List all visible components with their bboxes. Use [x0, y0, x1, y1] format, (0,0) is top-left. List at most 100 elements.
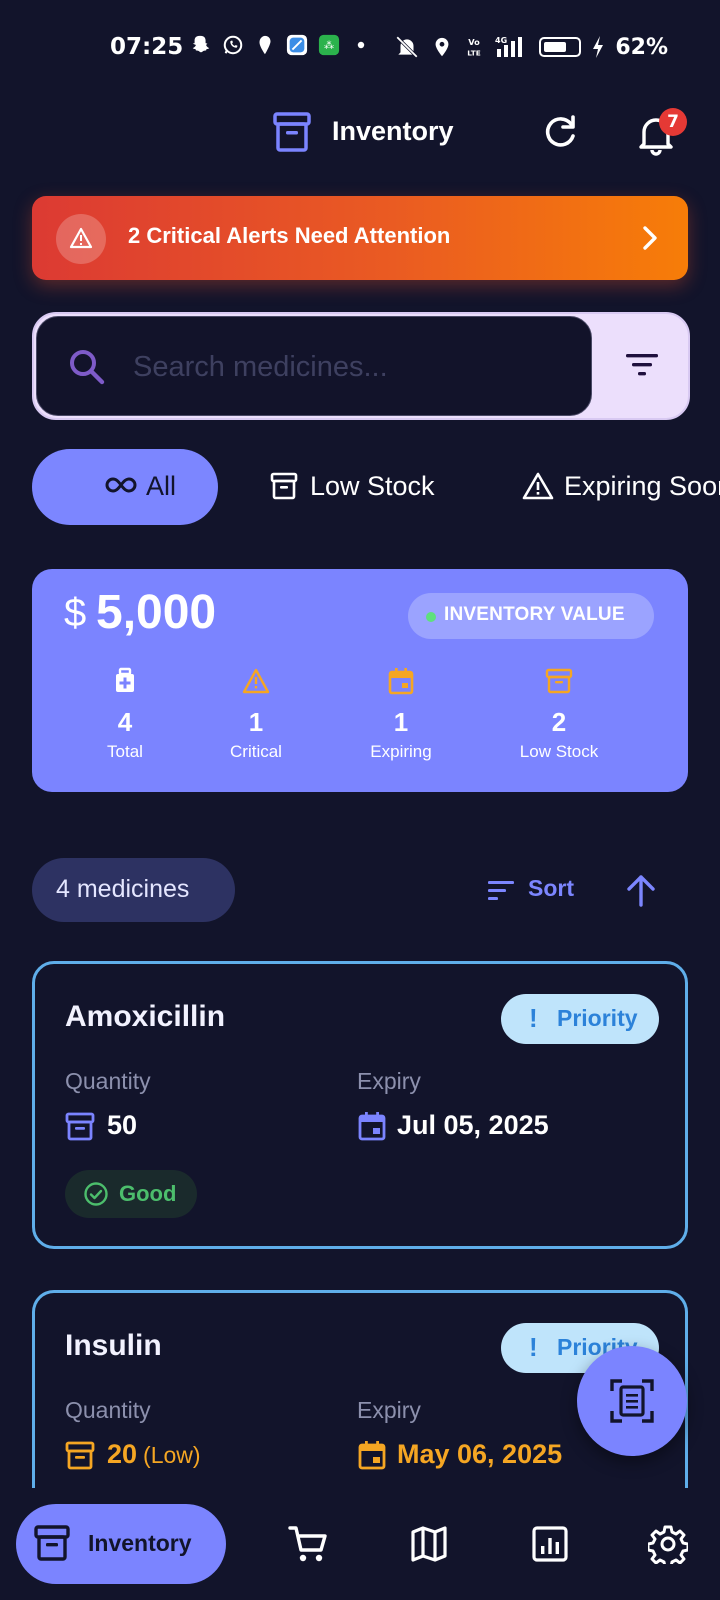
stat-low-stock-value: 2	[551, 707, 567, 737]
status-system-icons: Vo LTE 4G 62%	[393, 34, 668, 60]
sort-icon	[488, 881, 514, 900]
calendar-icon	[388, 668, 414, 695]
signal-icon: 4G	[495, 36, 523, 57]
search-input[interactable]	[133, 343, 553, 391]
chip-expiring-soon-label: Expiring Soon	[564, 471, 720, 501]
stat-low-stock-label: Low Stock	[519, 742, 599, 761]
filter-chips: All Low Stock Expiring Soon	[32, 449, 720, 525]
swiggy-icon	[259, 35, 271, 55]
charging-icon	[593, 36, 604, 58]
volte-icon: VoLTE	[468, 37, 481, 57]
expiry-value: May 06, 2025	[397, 1439, 563, 1469]
quantity-value: 20 (Low)	[107, 1439, 201, 1470]
expiry-value: Jul 05, 2025	[397, 1110, 549, 1140]
currency-symbol: $	[64, 591, 87, 635]
cart-icon[interactable]	[288, 1524, 328, 1564]
stat-total-label: Total	[107, 742, 143, 761]
whatsapp-icon	[223, 35, 243, 55]
alert-text: 2 Critical Alerts Need Attention	[128, 223, 451, 248]
medicine-count-pill: 4 medicines	[32, 858, 235, 922]
medicine-name: Amoxicillin	[65, 1000, 226, 1033]
warning-icon	[522, 472, 554, 500]
document-scan-icon	[610, 1379, 654, 1423]
medicine-count: 4 medicines	[56, 875, 190, 903]
search-icon	[70, 350, 105, 385]
snapchat-icon	[192, 35, 210, 53]
notification-badge: 7	[659, 108, 687, 136]
expiry-label: Expiry	[357, 1397, 421, 1423]
stat-expiring-label: Expiring	[370, 742, 432, 761]
priority-badge: ! Priority	[501, 994, 659, 1044]
stat-low-stock: 2 Low Stock	[484, 667, 634, 762]
bottom-navigation: Inventory	[0, 1488, 720, 1600]
page-title: Inventory	[332, 116, 454, 146]
app-header: Inventory	[0, 100, 720, 170]
quantity-value: 50	[107, 1110, 138, 1140]
chip-low-stock-label: Low Stock	[310, 471, 435, 501]
svg-text:⁂: ⁂	[324, 40, 334, 52]
exclamation-icon: !	[529, 1332, 538, 1362]
sort-label: Sort	[528, 875, 574, 901]
arrow-up-icon[interactable]	[624, 872, 658, 908]
nav-inventory-label: Inventory	[88, 1530, 192, 1556]
calendar-icon	[358, 1112, 386, 1141]
search-bar	[32, 312, 690, 420]
quantity-low-note: (Low)	[143, 1442, 201, 1468]
app-icon	[286, 34, 308, 56]
critical-alert-banner[interactable]: 2 Critical Alerts Need Attention	[32, 196, 688, 280]
inventory-value-badge-label: INVENTORY VALUE	[444, 604, 625, 625]
app-icon: ⁂	[318, 34, 340, 56]
svg-text:LTE: LTE	[468, 48, 481, 57]
inventory-value-card: $ 5,000 INVENTORY VALUE 4 Total 1 Critic…	[32, 569, 688, 792]
medicine-name: Insulin	[65, 1329, 162, 1362]
analytics-icon[interactable]	[530, 1524, 570, 1564]
priority-label: Priority	[557, 1005, 638, 1031]
expiry-label: Expiry	[357, 1068, 421, 1094]
status-badge: Good	[65, 1170, 197, 1218]
stat-total-value: 4	[117, 707, 133, 737]
inventory-value-amount: 5,000	[96, 586, 217, 639]
check-circle-icon	[84, 1182, 108, 1206]
location-icon	[435, 37, 449, 57]
search-field[interactable]	[36, 316, 592, 416]
chip-all-label: All	[146, 471, 177, 501]
calendar-icon	[358, 1441, 386, 1470]
filter-icon	[626, 354, 658, 376]
quantity-label: Quantity	[65, 1397, 151, 1423]
battery-percent: 62%	[615, 34, 668, 60]
warning-icon	[69, 227, 93, 249]
status-time: 07:25	[110, 34, 184, 60]
infinity-icon	[105, 477, 137, 493]
scan-button[interactable]	[577, 1346, 687, 1456]
stat-critical-value: 1	[248, 707, 264, 737]
exclamation-icon: !	[529, 1003, 538, 1033]
settings-icon[interactable]	[648, 1524, 688, 1564]
filter-button[interactable]	[594, 316, 688, 416]
chevron-right-icon	[643, 226, 657, 250]
dot-icon	[357, 41, 365, 49]
quantity-label: Quantity	[65, 1068, 151, 1094]
stat-expiring: 1 Expiring	[326, 667, 476, 762]
quantity-number: 20	[107, 1439, 138, 1469]
mute-icon	[396, 36, 419, 58]
refresh-icon[interactable]	[540, 112, 580, 152]
status-label: Good	[119, 1181, 177, 1206]
warning-icon	[242, 668, 270, 694]
nav-item-inventory[interactable]: Inventory	[16, 1504, 226, 1584]
archive-icon	[65, 1441, 95, 1470]
svg-text:Vo: Vo	[469, 37, 481, 47]
sort-button[interactable]: Sort	[484, 868, 594, 912]
inventory-icon	[273, 112, 311, 152]
stat-critical: 1 Critical	[181, 667, 331, 762]
stat-total: 4 Total	[50, 667, 200, 762]
archive-icon	[65, 1112, 95, 1141]
stat-critical-label: Critical	[230, 742, 282, 761]
status-notification-icons: ⁂	[190, 34, 372, 56]
medicine-card[interactable]: Amoxicillin ! Priority Quantity 50 Expir…	[32, 961, 688, 1249]
map-icon[interactable]	[409, 1524, 449, 1564]
archive-icon	[545, 668, 573, 694]
medical-bag-icon	[116, 667, 134, 692]
status-dot	[426, 612, 436, 622]
chip-all[interactable]: All	[32, 449, 218, 525]
inventory-icon	[34, 1525, 70, 1561]
